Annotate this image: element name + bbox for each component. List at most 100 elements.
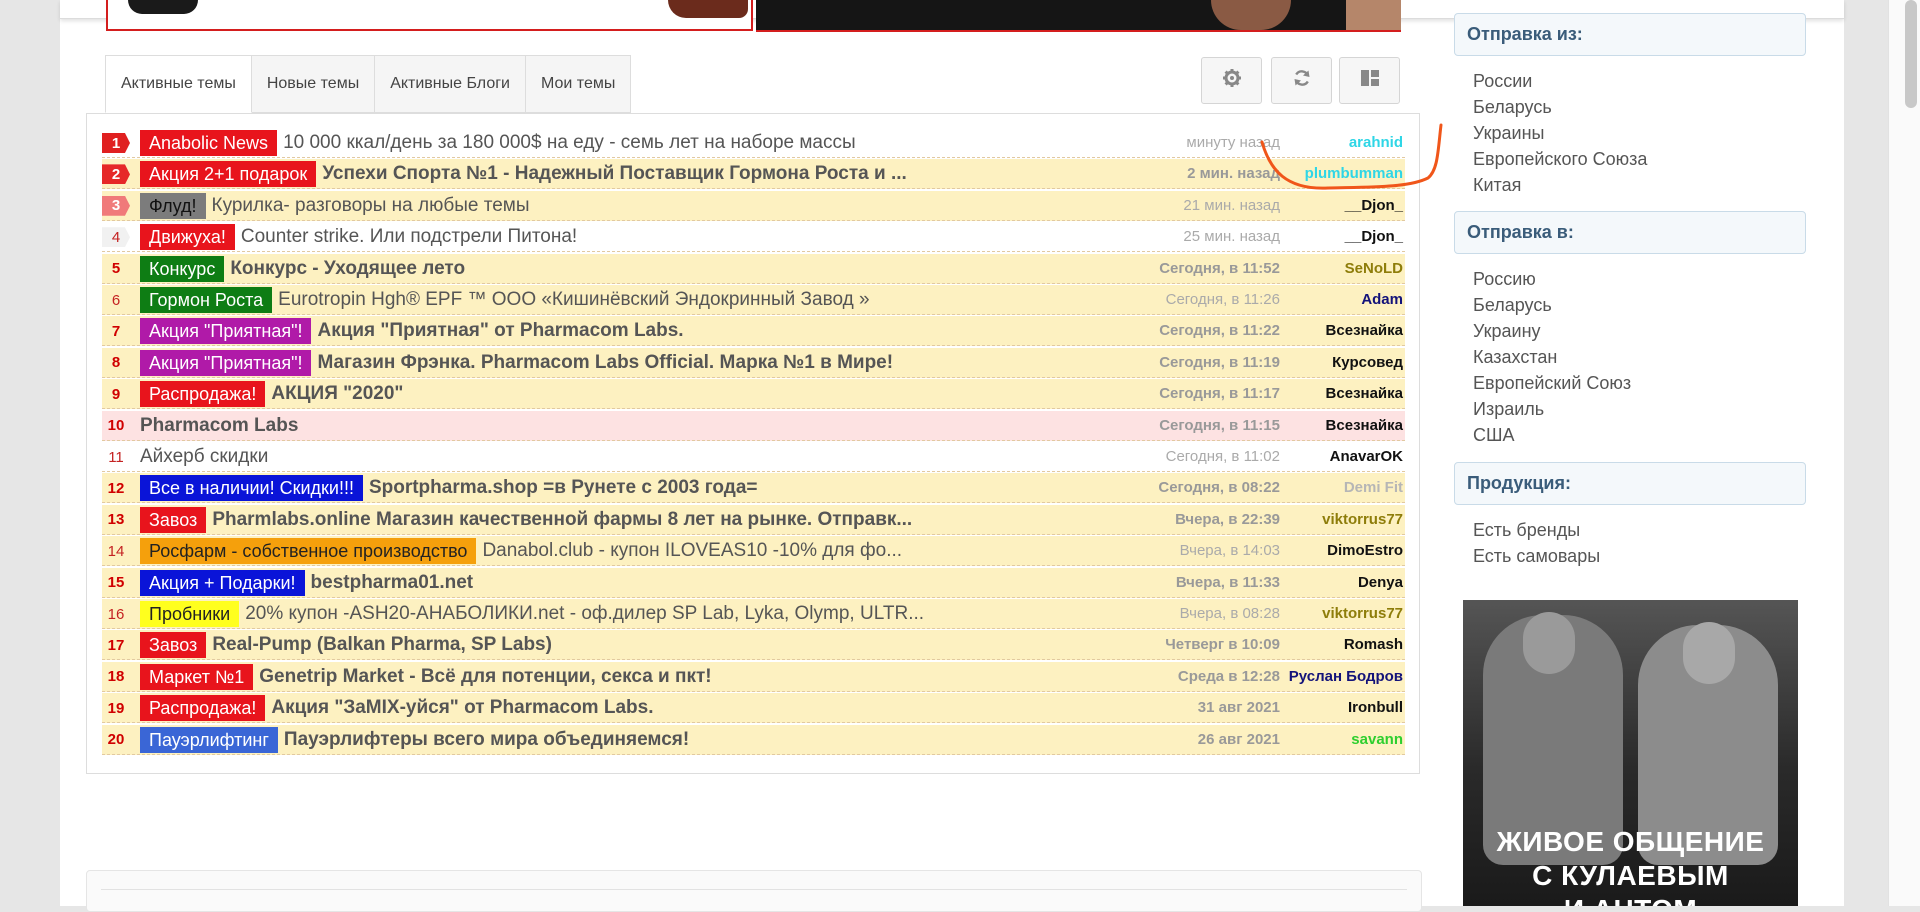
ship-to-link[interactable]: США — [1473, 425, 1515, 446]
refresh-button[interactable] — [1271, 57, 1332, 104]
topic-row[interactable]: 12 Все в наличии! Скидки!!! Sportpharma.sh… — [102, 473, 1405, 504]
ship-from-link[interactable]: Украины — [1473, 123, 1544, 144]
topic-title-link[interactable]: Конкурс - Уходящее лето — [230, 258, 465, 280]
product-link[interactable]: Есть самовары — [1473, 546, 1600, 567]
topic-title-link[interactable]: Sportpharma.shop =в Рунете с 2003 года= — [369, 477, 758, 499]
topic-row[interactable]: 1 Anabolic News 10 000 ккал/день за 180 00… — [102, 128, 1405, 158]
topic-row[interactable]: 4 Движуха! Counter strike. Или подстрели П… — [102, 222, 1405, 253]
topic-last-author[interactable]: arahnid — [1202, 128, 1403, 157]
topic-row[interactable]: 9 Распродажа! АКЦИЯ "2020" Сегодня, в 11:17… — [102, 379, 1405, 410]
topic-prefix-badge[interactable]: Гормон Роста — [140, 287, 273, 313]
topic-last-author[interactable]: Всезнайка — [1202, 379, 1403, 408]
tab-active-topics[interactable]: Активные темы — [105, 55, 252, 113]
topic-prefix-badge[interactable]: Маркет №1 — [140, 663, 254, 690]
tab-active-blogs[interactable]: Активные Блоги — [375, 55, 526, 113]
topic-title-link[interactable]: bestpharma01.net — [311, 572, 474, 594]
ship-to-link[interactable]: Россию — [1473, 269, 1536, 290]
ship-to-link[interactable]: Израиль — [1473, 399, 1544, 420]
topic-row[interactable]: 10 Pharmacom Labs Сегодня, в 11:15 Всезнайк… — [102, 410, 1405, 441]
topic-row[interactable]: 17 Завоз Real-Pump (Balkan Pharma, SP Labs… — [102, 630, 1405, 661]
topic-prefix-badge[interactable]: Акция + Подарки! — [140, 569, 305, 596]
settings-button[interactable] — [1201, 57, 1262, 104]
topic-prefix-badge[interactable]: Все в наличии! Скидки!!! — [140, 475, 363, 502]
browser-scrollbar-thumb[interactable] — [1905, 0, 1917, 108]
topic-last-author[interactable]: Romash — [1202, 630, 1403, 659]
topic-row[interactable]: 5 Конкурс Конкурс - Уходящее лето Сегодня, … — [102, 253, 1405, 284]
topic-last-author[interactable]: DimoEstro — [1202, 536, 1403, 565]
tab-my-topics[interactable]: Мои темы — [526, 55, 632, 113]
product-link[interactable]: Есть бренды — [1473, 520, 1580, 541]
ship-to-link[interactable]: Казахстан — [1473, 347, 1557, 368]
ship-from-link[interactable]: Китая — [1473, 175, 1521, 196]
topic-last-author[interactable]: SeNoLD — [1202, 254, 1403, 283]
topic-row[interactable]: 8 Акция "Приятная"! Магазин Фрэнка. Pharma… — [102, 347, 1405, 378]
topic-row[interactable]: 13 Завоз Pharmlabs.online Магазин качестве… — [102, 504, 1405, 535]
topic-row[interactable]: 20 Пауэрлифтинг Пауэрлифтеры всего мира об… — [102, 724, 1405, 755]
topic-title-link[interactable]: Eurotropin Hgh® EPF ™ ООО «Кишинёвский Э… — [278, 289, 869, 311]
topic-row[interactable]: 15 Акция + Подарки! bestpharma01.net Вчера,… — [102, 567, 1405, 598]
topic-title-link[interactable]: Магазин Фрэнка. Pharmacom Labs Official.… — [317, 352, 893, 374]
topic-prefix-badge[interactable]: Распродажа! — [140, 695, 266, 722]
tab-new-topics[interactable]: Новые темы — [251, 55, 376, 113]
topic-prefix-badge[interactable]: Завоз — [140, 632, 207, 659]
topic-last-author[interactable]: viktorrus77 — [1202, 505, 1403, 534]
topic-last-author[interactable]: Руслан Бодров — [1202, 662, 1403, 691]
topic-title-link[interactable]: Акция "ЗаMIX-уйся" от Pharmacom Labs. — [271, 697, 653, 719]
browser-scrollbar-track[interactable] — [1888, 0, 1920, 906]
topic-title-link[interactable]: 10 000 ккал/день за 180 000$ на еду - се… — [283, 132, 856, 154]
topic-last-author[interactable]: savann — [1202, 725, 1403, 754]
sidebar-ad-banner[interactable]: ЖИВОЕ ОБЩЕНИЕ С КУЛАЕВЫМ И АНТОМ — [1463, 600, 1798, 906]
topic-last-author[interactable]: Всезнайка — [1202, 411, 1403, 440]
topic-last-author[interactable]: Demi Fit — [1202, 473, 1403, 502]
ship-to-link[interactable]: Беларусь — [1473, 295, 1552, 316]
layout-button[interactable] — [1339, 57, 1400, 104]
topic-prefix-badge[interactable]: Акция "Приятная"! — [140, 349, 312, 376]
topic-last-author[interactable]: viktorrus77 — [1202, 599, 1403, 628]
topic-prefix-badge[interactable]: Конкурс — [140, 255, 225, 282]
topic-title-link[interactable]: 20% купон -ASH20-АНАБОЛИКИ.net - оф.диле… — [245, 603, 924, 625]
topic-title-link[interactable]: АКЦИЯ "2020" — [271, 383, 403, 405]
ship-to-link[interactable]: Украину — [1473, 321, 1541, 342]
ship-from-link[interactable]: Беларусь — [1473, 97, 1552, 118]
banner-ad-right[interactable] — [756, 0, 1401, 32]
topic-row[interactable]: 2 Акция 2+1 подарок Успехи Спорта №1 - Над… — [102, 159, 1405, 190]
banner-ad-left[interactable] — [106, 0, 753, 31]
topic-prefix-badge[interactable]: Акция "Приятная"! — [140, 318, 312, 345]
topic-row[interactable]: 7 Акция "Приятная"! Акция "Приятная" от Ph… — [102, 316, 1405, 347]
topic-prefix-badge[interactable]: Распродажа! — [140, 381, 266, 408]
topic-last-author[interactable]: __Djon_ — [1202, 222, 1403, 251]
topic-prefix-badge[interactable]: Росфарм - собственное производство — [140, 538, 477, 565]
topic-prefix-badge[interactable]: Anabolic News — [140, 130, 278, 156]
topic-title-link[interactable]: Pharmlabs.online Магазин качественной фа… — [212, 509, 912, 531]
ship-to-link[interactable]: Европейский Союз — [1473, 373, 1631, 394]
topic-title-link[interactable]: Genetrip Market - Всё для потенции, секс… — [259, 666, 711, 688]
topic-last-author[interactable]: plumbumman — [1202, 159, 1403, 188]
topic-title-link[interactable]: Counter strike. Или подстрели Питона! — [241, 226, 577, 248]
topic-row[interactable]: 3 Флуд! Курилка- разговоры на любые темы 21… — [102, 190, 1405, 221]
topic-row[interactable]: 6 Гормон Роста Eurotropin Hgh® EPF ™ ООО «… — [102, 285, 1405, 315]
ship-from-link[interactable]: России — [1473, 71, 1532, 92]
topic-last-author[interactable]: __Djon_ — [1202, 191, 1403, 220]
topic-title-link[interactable]: Айхерб скидки — [140, 446, 268, 468]
ship-from-link[interactable]: Европейского Союза — [1473, 149, 1647, 170]
topic-title-link[interactable]: Real-Pump (Balkan Pharma, SP Labs) — [212, 634, 552, 656]
topic-row[interactable]: 19 Распродажа! Акция "ЗаMIX-уйся" от Pharm… — [102, 693, 1405, 724]
topic-title-link[interactable]: Пауэрлифтеры всего мира объединяемся! — [284, 729, 689, 751]
topic-last-author[interactable]: Denya — [1202, 568, 1403, 597]
topic-prefix-badge[interactable]: Пробники — [140, 601, 240, 627]
topic-prefix-badge[interactable]: Движуха! — [140, 224, 235, 251]
topic-last-author[interactable]: AnavarOK — [1202, 442, 1403, 471]
topic-row[interactable]: 11 Айхерб скидки Сегодня, в 11:02 AnavarOK — [102, 442, 1405, 472]
topic-title-link[interactable]: Курилка- разговоры на любые темы — [212, 195, 530, 217]
topic-title-link[interactable]: Pharmacom Labs — [140, 415, 298, 437]
topic-last-author[interactable]: Adam — [1202, 285, 1403, 314]
topic-last-author[interactable]: Ironbull — [1202, 693, 1403, 722]
topic-last-author[interactable]: Курсовед — [1202, 348, 1403, 377]
topic-title-link[interactable]: Успехи Спорта №1 - Надежный Поставщик Го… — [322, 163, 906, 185]
topic-title-link[interactable]: Акция "Приятная" от Pharmacom Labs. — [317, 320, 683, 342]
topic-prefix-badge[interactable]: Пауэрлифтинг — [140, 726, 278, 753]
topic-title-link[interactable]: Danabol.club - купон ILOVEAS10 -10% для … — [482, 540, 902, 562]
topic-last-author[interactable]: Всезнайка — [1202, 316, 1403, 345]
topic-row[interactable]: 14 Росфарм - собственное производство Dana… — [102, 536, 1405, 567]
topic-prefix-badge[interactable]: Завоз — [140, 506, 207, 533]
